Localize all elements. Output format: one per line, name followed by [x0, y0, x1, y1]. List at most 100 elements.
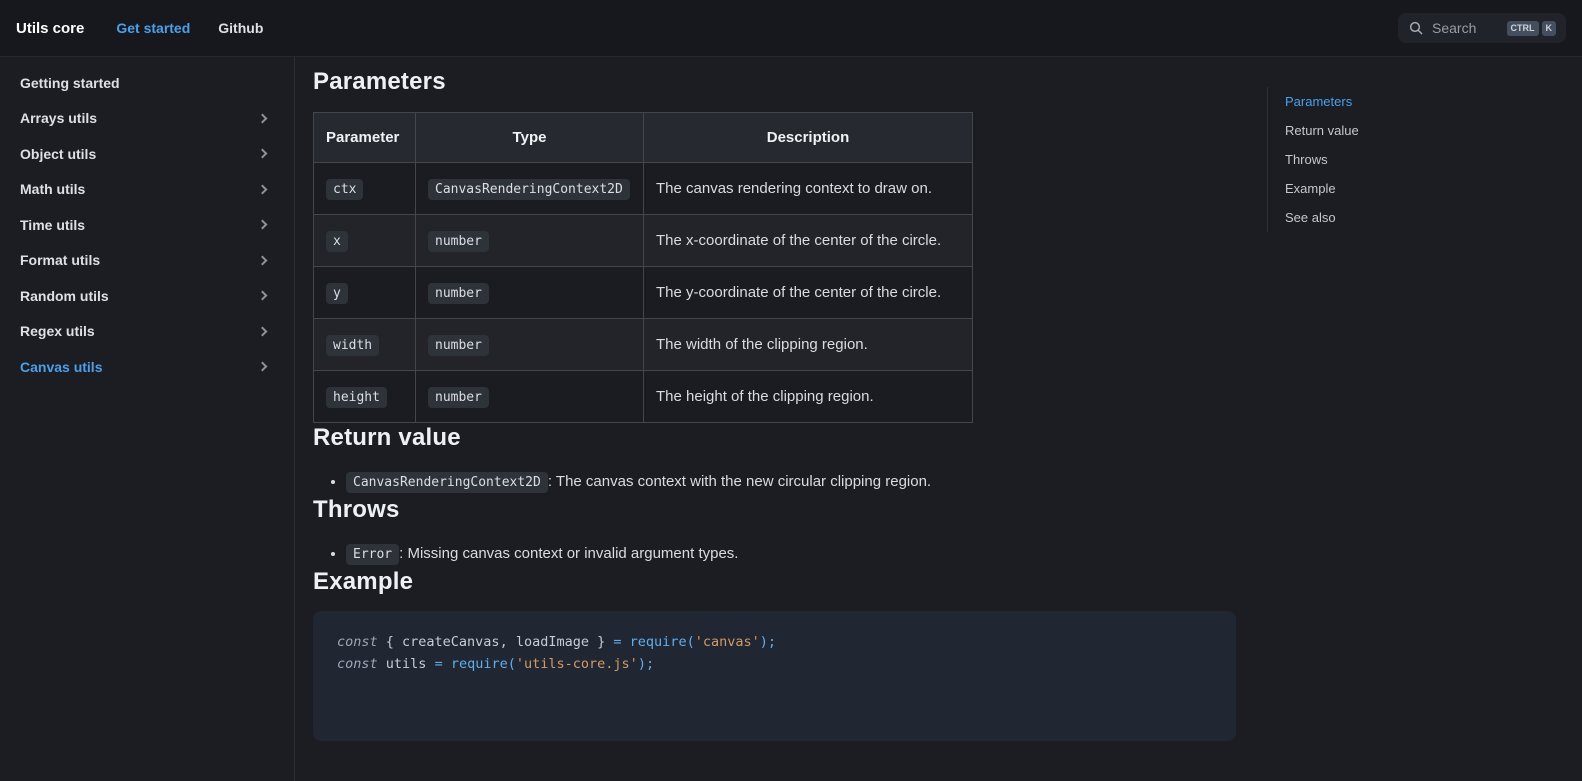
code-token [443, 656, 451, 672]
description-cell: The canvas rendering context to draw on. [644, 163, 973, 215]
brand-title[interactable]: Utils core [16, 20, 84, 37]
toc-item-throws[interactable]: Throws [1285, 145, 1562, 174]
chevron-right-icon [258, 149, 268, 159]
code-token: utils [386, 656, 427, 672]
sidebar-item-arrays-utils[interactable]: Arrays utils [20, 101, 270, 137]
sidebar-nav: Getting started Arrays utils Object utils M… [20, 65, 270, 385]
chevron-right-icon [258, 326, 268, 336]
list-item: Error: Missing canvas context or invalid… [346, 542, 1267, 567]
return-value-text: : The canvas context with the new circul… [548, 473, 931, 490]
type-cell: number [416, 267, 644, 319]
code-token: const [337, 634, 378, 650]
k-key-badge: K [1542, 21, 1557, 36]
ctrl-key-badge: CTRL [1507, 21, 1539, 36]
sidebar-item-label: Math utils [20, 181, 85, 197]
toc-list: ParametersReturn valueThrowsExampleSee a… [1267, 87, 1562, 232]
code-token: require [451, 656, 508, 672]
code-token: createCanvas [402, 634, 500, 650]
type-code: CanvasRenderingContext2D [428, 179, 630, 200]
table-of-contents: ParametersReturn valueThrowsExampleSee a… [1267, 57, 1582, 781]
table-header-type: Type [416, 113, 644, 163]
search-label: Search [1432, 20, 1476, 36]
code-token: ( [687, 634, 695, 650]
type-cell: CanvasRenderingContext2D [416, 163, 644, 215]
sidebar-item-time-utils[interactable]: Time utils [20, 207, 270, 243]
toc-item-return-value[interactable]: Return value [1285, 116, 1562, 145]
description-cell: The height of the clipping region. [644, 371, 973, 423]
table-row: ctxCanvasRenderingContext2DThe canvas re… [314, 163, 973, 215]
code-token: require [630, 634, 687, 650]
return-value-list: CanvasRenderingContext2D: The canvas con… [313, 470, 1267, 495]
sidebar-item-label: Object utils [20, 146, 96, 162]
sidebar-item-label: Random utils [20, 288, 109, 304]
example-heading: Example [313, 567, 1267, 596]
code-token: 'utils-core.js' [516, 656, 638, 672]
sidebar-item-regex-utils[interactable]: Regex utils [20, 314, 270, 350]
params-table-head-row: ParameterTypeDescription [314, 113, 973, 163]
type-code: number [428, 387, 489, 408]
code-token: const [337, 656, 378, 672]
type-code: number [428, 231, 489, 252]
type-code: number [428, 283, 489, 304]
sidebar: Getting started Arrays utils Object utils M… [0, 57, 295, 781]
type-cell: number [416, 319, 644, 371]
param-cell: width [314, 319, 416, 371]
search-button[interactable]: Search CTRL K [1398, 13, 1566, 43]
code-token: ); [760, 634, 776, 650]
code-token: 'canvas' [695, 634, 760, 650]
throws-heading: Throws [313, 495, 1267, 524]
sidebar-item-label: Arrays utils [20, 110, 97, 126]
main-content: Parameters ParameterTypeDescription ctxC… [295, 57, 1267, 781]
param-cell: y [314, 267, 416, 319]
throws-list: Error: Missing canvas context or invalid… [313, 542, 1267, 567]
throws-text: : Missing canvas context or invalid argu… [399, 545, 738, 562]
table-row: width number The width of the clipping reg… [314, 319, 973, 371]
page-layout: Getting started Arrays utils Object utils M… [0, 57, 1582, 781]
sidebar-item-label: Regex utils [20, 323, 95, 339]
params-table-body: ctxCanvasRenderingContext2DThe canvas re… [314, 163, 973, 423]
table-header-description: Description [644, 113, 973, 163]
sidebar-item-random-utils[interactable]: Random utils [20, 278, 270, 314]
description-cell: The width of the clipping region. [644, 319, 973, 371]
code-token [426, 656, 434, 672]
param-code: y [326, 283, 348, 304]
sidebar-item-format-utils[interactable]: Format utils [20, 243, 270, 279]
toc-item-parameters[interactable]: Parameters [1285, 87, 1562, 116]
toc-item-see-also[interactable]: See also [1285, 203, 1562, 232]
chevron-right-icon [258, 362, 268, 372]
code-token: ( [508, 656, 516, 672]
param-code: height [326, 387, 387, 408]
sidebar-item-math-utils[interactable]: Math utils [20, 172, 270, 208]
code-token: ); [638, 656, 654, 672]
code-line: const utils = require('utils-core.js'); [337, 654, 1212, 676]
chevron-right-icon [258, 113, 268, 123]
table-row: xnumber The x-coordinate of the center of… [314, 215, 973, 267]
description-cell: The x-coordinate of the center of the ci… [644, 215, 973, 267]
code-token [378, 656, 386, 672]
example-code-block[interactable]: const { createCanvas, loadImage } = requ… [313, 611, 1236, 741]
type-code: number [428, 335, 489, 356]
search-icon [1408, 20, 1424, 36]
code-token: loadImage [516, 634, 589, 650]
code-block-code: const { createCanvas, loadImage } = requ… [337, 632, 1212, 675]
sidebar-item-getting-started[interactable]: Getting started [20, 65, 270, 101]
chevron-right-icon [258, 291, 268, 301]
sidebar-item-canvas-utils[interactable]: Canvas utils [20, 349, 270, 385]
code-token: { [378, 634, 402, 650]
table-row: height number The height of the clipping r… [314, 371, 973, 423]
list-item: CanvasRenderingContext2D: The canvas con… [346, 470, 1267, 495]
sidebar-item-object-utils[interactable]: Object utils [20, 136, 270, 172]
nav-link-get-started[interactable]: Get started [116, 20, 190, 36]
code-token: } [589, 634, 613, 650]
navbar: Utils core Get started Github Search CTR… [0, 0, 1582, 57]
sidebar-item-label: Time utils [20, 217, 85, 233]
sidebar-item-label: Getting started [20, 75, 120, 91]
toc-item-example[interactable]: Example [1285, 174, 1562, 203]
return-value-heading: Return value [313, 423, 1267, 452]
table-header-parameter: Parameter [314, 113, 416, 163]
parameters-table: ParameterTypeDescription ctxCanvasRender… [313, 112, 973, 423]
param-cell: x [314, 215, 416, 267]
sidebar-item-label: Canvas utils [20, 359, 102, 375]
code-token [622, 634, 630, 650]
nav-link-github[interactable]: Github [218, 20, 263, 36]
